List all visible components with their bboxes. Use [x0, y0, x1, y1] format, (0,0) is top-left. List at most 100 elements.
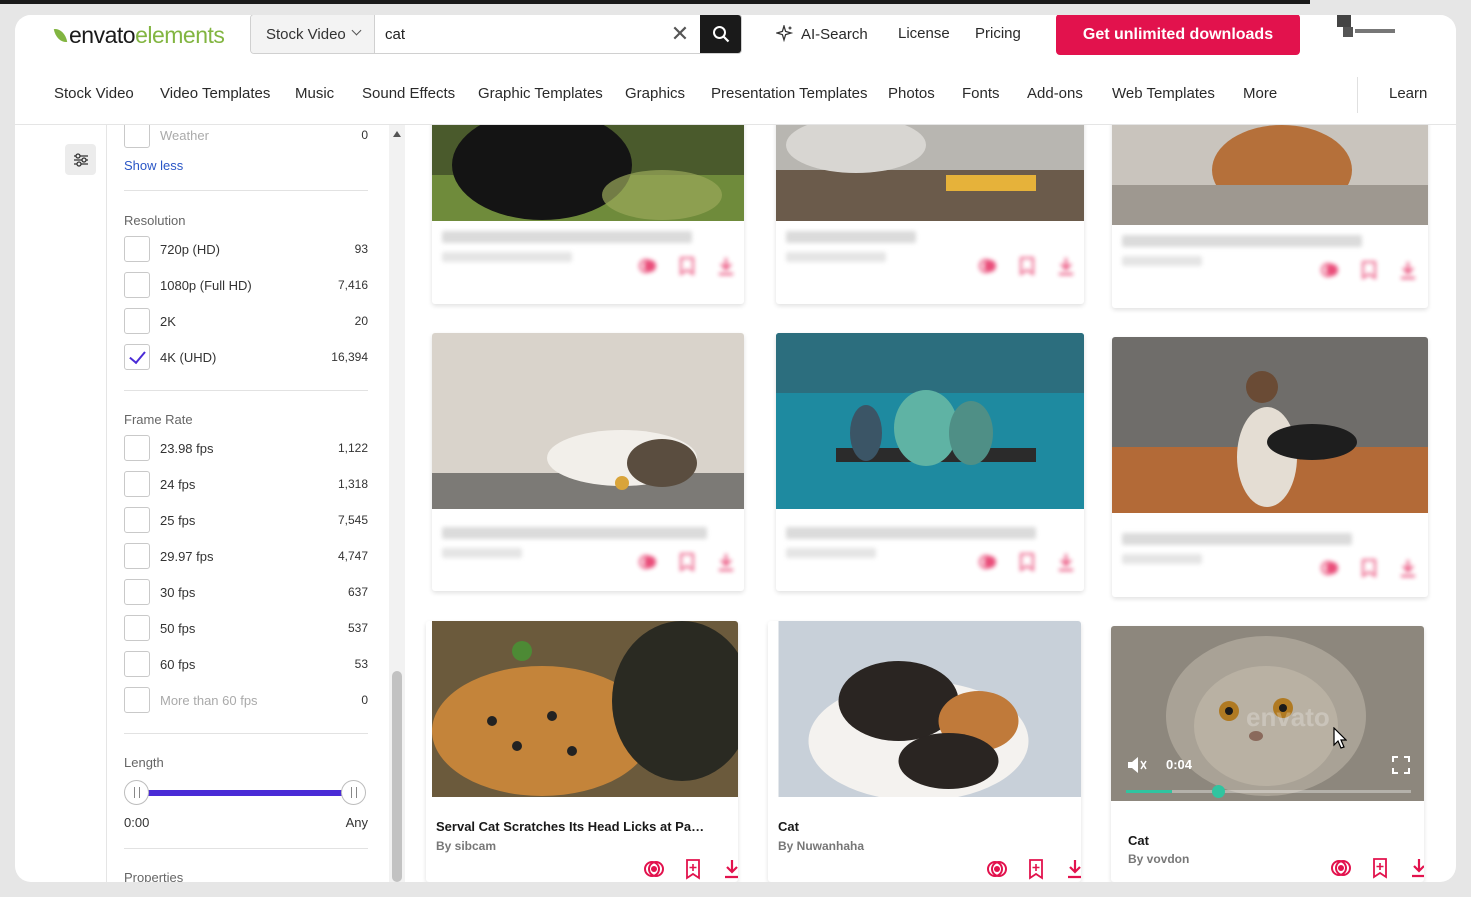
card-title[interactable]: Cat	[1128, 833, 1398, 848]
bookmark-icon[interactable]	[1358, 557, 1380, 579]
envato-logo[interactable]: envato elements	[53, 21, 225, 49]
video-thumbnail[interactable]	[432, 621, 738, 797]
nav-graphics[interactable]: Graphics	[625, 85, 685, 102]
filter-option-2k[interactable]: 2K 20	[124, 308, 368, 334]
download-icon[interactable]	[1055, 551, 1077, 573]
nav-web-templates[interactable]: Web Templates	[1112, 85, 1215, 102]
checkbox[interactable]	[124, 507, 150, 533]
card-author[interactable]: By Nuwanhaha	[778, 839, 864, 853]
filter-option-720p[interactable]: 720p (HD) 93	[124, 236, 368, 262]
checkbox[interactable]	[124, 651, 150, 677]
account-menu[interactable]	[1335, 15, 1405, 43]
filter-option-4k[interactable]: 4K (UHD) 16,394	[124, 344, 368, 370]
filter-option-fps[interactable]: 24 fps 1,318	[124, 471, 368, 497]
similar-icon[interactable]	[977, 551, 999, 573]
length-slider-track[interactable]	[137, 790, 355, 796]
ai-search-link[interactable]: AI-Search	[776, 25, 868, 43]
search-category-select[interactable]: Stock Video	[251, 15, 375, 53]
bookmark-icon[interactable]	[1016, 255, 1038, 277]
filter-option-fps[interactable]: 60 fps 53	[124, 651, 368, 677]
nav-music[interactable]: Music	[295, 85, 334, 102]
download-icon[interactable]	[1397, 557, 1419, 579]
video-thumbnail[interactable]	[776, 333, 1084, 509]
download-icon[interactable]	[1408, 857, 1424, 879]
video-player[interactable]: envato 0:04	[1111, 626, 1424, 801]
close-icon[interactable]: ✕	[660, 15, 700, 53]
bookmark-icon[interactable]	[1025, 858, 1047, 880]
video-thumbnail[interactable]	[1112, 115, 1428, 225]
card-author[interactable]: By vovdon	[1128, 852, 1189, 866]
result-card[interactable]: Cat By Nuwanhaha	[768, 621, 1081, 882]
filter-option-fps[interactable]: More than 60 fps 0	[124, 687, 368, 713]
similar-icon[interactable]	[637, 255, 659, 277]
result-card[interactable]	[776, 115, 1084, 304]
result-card[interactable]	[1112, 115, 1428, 308]
download-icon[interactable]	[721, 858, 738, 880]
filter-option-fps[interactable]: 29.97 fps 4,747	[124, 543, 368, 569]
result-card-playing[interactable]: envato 0:04 Cat By vovdon	[1111, 626, 1424, 882]
license-link[interactable]: License	[898, 25, 950, 42]
nav-video-templates[interactable]: Video Templates	[160, 85, 270, 102]
checkbox[interactable]	[124, 579, 150, 605]
video-progress-knob[interactable]	[1211, 785, 1225, 798]
video-thumbnail[interactable]	[432, 333, 744, 509]
video-thumbnail[interactable]	[432, 115, 744, 221]
filter-option-1080p[interactable]: 1080p (Full HD) 7,416	[124, 272, 368, 298]
filter-option-fps[interactable]: 23.98 fps 1,122	[124, 435, 368, 461]
similar-icon[interactable]	[986, 858, 1008, 880]
download-icon[interactable]	[715, 255, 737, 277]
bookmark-icon[interactable]	[1358, 259, 1380, 281]
result-card[interactable]	[776, 333, 1084, 591]
download-icon[interactable]	[1064, 858, 1081, 880]
similar-icon[interactable]	[643, 858, 665, 880]
filter-option-weather[interactable]: Weather 0	[124, 122, 368, 148]
filter-option-fps[interactable]: 30 fps 637	[124, 579, 368, 605]
show-less-link[interactable]: Show less	[124, 158, 183, 173]
video-thumbnail[interactable]	[776, 621, 1081, 797]
similar-icon[interactable]	[977, 255, 999, 277]
scroll-thumb[interactable]	[392, 671, 402, 882]
result-card[interactable]	[432, 333, 744, 591]
nav-add-ons[interactable]: Add-ons	[1027, 85, 1083, 102]
download-icon[interactable]	[1397, 259, 1419, 281]
get-unlimited-downloads-button[interactable]: Get unlimited downloads	[1056, 15, 1300, 55]
mute-icon[interactable]	[1125, 754, 1147, 776]
bookmark-icon[interactable]	[676, 551, 698, 573]
pricing-link[interactable]: Pricing	[975, 25, 1021, 42]
nav-more[interactable]: More	[1243, 85, 1277, 102]
nav-stock-video[interactable]: Stock Video	[54, 85, 134, 102]
length-slider-max-handle[interactable]	[341, 780, 366, 805]
length-slider-min-handle[interactable]	[124, 780, 149, 805]
nav-fonts[interactable]: Fonts	[962, 85, 1000, 102]
bookmark-icon[interactable]	[676, 255, 698, 277]
bookmark-icon[interactable]	[682, 858, 704, 880]
fullscreen-icon[interactable]	[1392, 756, 1410, 774]
video-thumbnail[interactable]	[1112, 337, 1428, 513]
search-input[interactable]	[375, 15, 660, 53]
scroll-up-arrow[interactable]	[393, 131, 401, 137]
filter-icon[interactable]	[65, 144, 96, 175]
checkbox[interactable]	[124, 272, 150, 298]
result-card[interactable]	[432, 115, 744, 304]
bookmark-icon[interactable]	[1369, 857, 1391, 879]
download-icon[interactable]	[715, 551, 737, 573]
checkbox[interactable]	[124, 615, 150, 641]
similar-icon[interactable]	[1319, 259, 1341, 281]
nav-presentation-templates[interactable]: Presentation Templates	[711, 85, 867, 102]
card-author[interactable]: By sibcam	[436, 839, 496, 853]
similar-icon[interactable]	[1330, 857, 1352, 879]
nav-photos[interactable]: Photos	[888, 85, 935, 102]
checkbox[interactable]	[124, 687, 150, 713]
nav-learn[interactable]: Learn	[1389, 85, 1427, 102]
bookmark-icon[interactable]	[1016, 551, 1038, 573]
checkbox[interactable]	[124, 435, 150, 461]
similar-icon[interactable]	[1319, 557, 1341, 579]
checkbox[interactable]	[124, 543, 150, 569]
download-icon[interactable]	[1055, 255, 1077, 277]
card-title[interactable]: Serval Cat Scratches Its Head Licks at P…	[436, 819, 706, 834]
similar-icon[interactable]	[637, 551, 659, 573]
card-title[interactable]: Cat	[778, 819, 1048, 834]
result-card[interactable]	[1112, 337, 1428, 597]
video-progress-bar[interactable]	[1126, 785, 1411, 798]
filter-option-fps[interactable]: 25 fps 7,545	[124, 507, 368, 533]
